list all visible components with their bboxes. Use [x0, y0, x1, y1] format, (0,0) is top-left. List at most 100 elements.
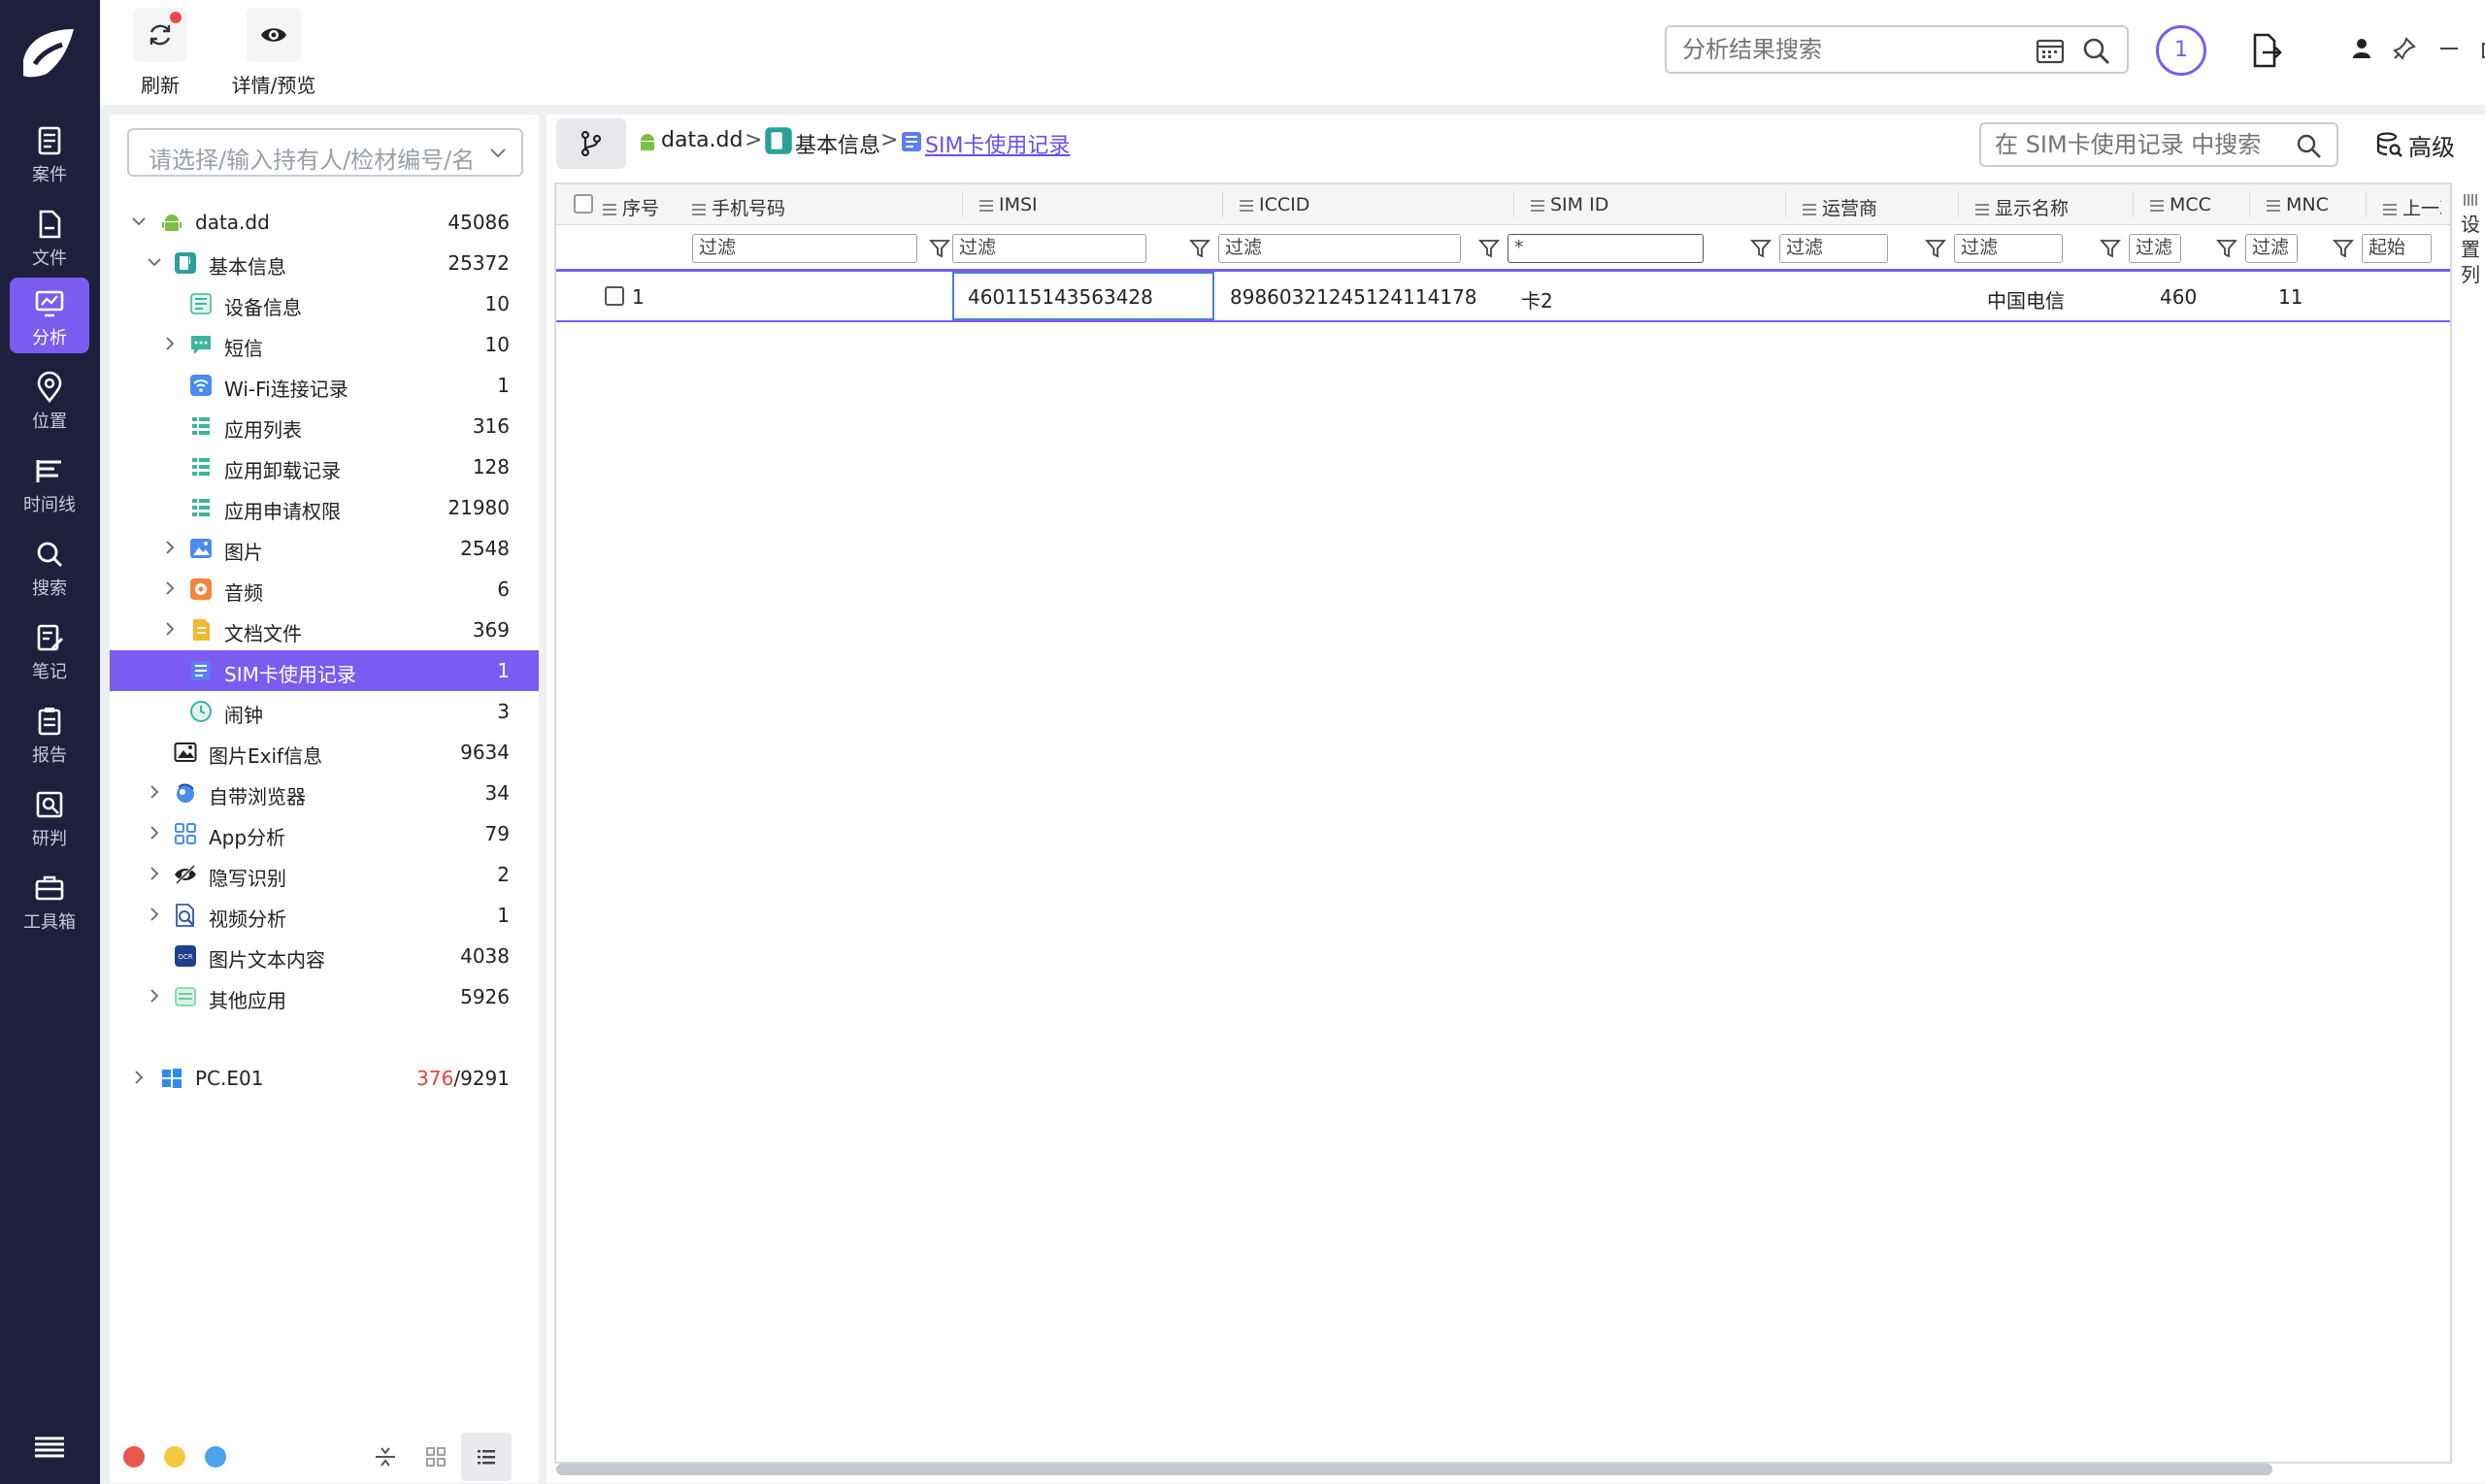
filter-icon[interactable]: [2333, 238, 2354, 259]
tree-node-audio[interactable]: 音频 6: [110, 569, 539, 610]
chevron-right-icon[interactable]: [162, 580, 178, 596]
chevron-right-icon[interactable]: [162, 336, 178, 351]
tree-node-exif[interactable]: 图片Exif信息 9634: [110, 732, 539, 773]
collapse-all-button[interactable]: [360, 1433, 411, 1481]
tree-node-app-uninstall[interactable]: 应用卸载记录 128: [110, 446, 539, 487]
cell-mcc[interactable]: 460: [2160, 285, 2197, 309]
filter-icon[interactable]: [1189, 238, 1210, 259]
cell-display-name[interactable]: 中国电信: [1987, 285, 2065, 313]
tree-node-images[interactable]: 图片 2548: [110, 528, 539, 569]
pin-icon[interactable]: [2391, 35, 2418, 62]
chevron-right-icon[interactable]: [147, 866, 162, 881]
column-resizer[interactable]: [2366, 192, 2367, 217]
filter-icon[interactable]: [1925, 238, 1946, 259]
status-dot-red[interactable]: [123, 1446, 145, 1468]
cell-iccid[interactable]: 89860321245124114178: [1230, 285, 1477, 309]
table-row[interactable]: 1 460115143563428 89860321245124114178 卡…: [556, 272, 2450, 322]
grid-view-button[interactable]: [411, 1433, 461, 1481]
column-header-last[interactable]: 上一次: [2383, 194, 2441, 220]
column-header-iccid[interactable]: ICCID: [1240, 194, 1309, 215]
filter-iccid[interactable]: 过滤: [1218, 234, 1461, 263]
table-search-input[interactable]: [1981, 124, 2272, 165]
nav-item-analysis[interactable]: 分析: [10, 278, 89, 353]
nav-item-location[interactable]: 位置: [10, 361, 89, 437]
tree-node-alarm[interactable]: 闹钟 3: [110, 691, 539, 732]
tree-node-app-list[interactable]: 应用列表 316: [110, 406, 539, 446]
chevron-down-icon[interactable]: [147, 254, 162, 270]
filter-imsi[interactable]: 过滤: [952, 234, 1146, 263]
tree-node-app-permission[interactable]: 应用申请权限 21980: [110, 487, 539, 528]
tree-node-ocr-text[interactable]: OCR 图片文本内容 4038: [110, 936, 539, 976]
tree-node-data-dd[interactable]: data.dd 45086: [110, 202, 539, 243]
status-dot-yellow[interactable]: [164, 1446, 185, 1468]
column-resizer[interactable]: [1222, 192, 1223, 217]
tree-node-device-info[interactable]: 设备信息 10: [110, 283, 539, 324]
column-header-carrier[interactable]: 运营商: [1803, 194, 1877, 220]
filter-icon[interactable]: [929, 238, 950, 259]
tree-node-sms[interactable]: 短信 10: [110, 324, 539, 365]
filter-mcc[interactable]: 过滤: [2129, 234, 2181, 263]
chevron-right-icon[interactable]: [162, 621, 178, 637]
column-header-sim-id[interactable]: SIM ID: [1531, 194, 1608, 215]
tree-node-browser[interactable]: 自带浏览器 34: [110, 773, 539, 813]
tree-node-documents[interactable]: 文档文件 369: [110, 610, 539, 650]
filter-icon[interactable]: [1478, 238, 1500, 259]
tree-node-basic-info[interactable]: i 基本信息 25372: [110, 243, 539, 283]
tree-node-wifi[interactable]: Wi-Fi连接记录 1: [110, 365, 539, 406]
chevron-right-icon[interactable]: [147, 825, 162, 841]
column-resizer[interactable]: [1958, 192, 1959, 217]
filter-display-name[interactable]: 过滤: [1954, 234, 2063, 263]
nav-item-report[interactable]: 报告: [10, 695, 89, 771]
restore-icon[interactable]: [2478, 35, 2485, 62]
column-resizer[interactable]: [2249, 192, 2250, 217]
column-resizer[interactable]: [1513, 192, 1514, 217]
filter-phone[interactable]: 过滤: [692, 234, 917, 263]
holder-select[interactable]: 请选择/输入持有人/检材编号/名: [127, 128, 523, 177]
filter-carrier[interactable]: 过滤: [1779, 234, 1888, 263]
chevron-right-icon[interactable]: [131, 1070, 147, 1085]
user-icon[interactable]: [2348, 35, 2375, 62]
cell-sim-id[interactable]: 卡2: [1521, 285, 1553, 313]
tree-node-pc-e01[interactable]: PC.E01 376/9291: [110, 1058, 539, 1099]
column-header-display-name[interactable]: 显示名称: [1975, 194, 2069, 220]
chevron-down-icon[interactable]: [131, 214, 147, 229]
preview-button[interactable]: 详情/预览: [201, 8, 347, 98]
column-header-index[interactable]: 序号: [603, 194, 659, 220]
tree-node-steganography[interactable]: 隐写识别 2: [110, 854, 539, 895]
tree-node-sim-usage[interactable]: SIM卡使用记录 1: [110, 650, 539, 691]
filter-last[interactable]: 起始: [2362, 234, 2432, 263]
column-resizer[interactable]: [962, 192, 963, 217]
chevron-right-icon[interactable]: [162, 540, 178, 555]
refresh-button[interactable]: 刷新: [119, 8, 201, 98]
nav-item-search[interactable]: 搜索: [10, 528, 89, 604]
export-icon[interactable]: [2247, 31, 2286, 70]
list-view-button[interactable]: [461, 1433, 512, 1481]
column-header-imsi[interactable]: IMSI: [979, 194, 1038, 215]
horizontal-scrollbar[interactable]: [556, 1464, 2272, 1475]
nav-item-case[interactable]: 案件: [10, 115, 89, 190]
filter-mnc[interactable]: 过滤: [2245, 234, 2298, 263]
filter-sim-id[interactable]: *: [1508, 234, 1704, 263]
nav-item-file[interactable]: 文件: [10, 198, 89, 274]
search-icon[interactable]: [2082, 37, 2111, 66]
chevron-right-icon[interactable]: [147, 784, 162, 800]
tree-node-other-apps[interactable]: 其他应用 5926: [110, 976, 539, 1017]
select-all-checkbox[interactable]: [574, 194, 593, 214]
filter-icon[interactable]: [2216, 238, 2237, 259]
row-checkbox[interactable]: [605, 286, 624, 306]
cell-imsi[interactable]: 460115143563428: [952, 272, 1214, 320]
column-settings-tab[interactable]: 设 置 列: [2457, 186, 2484, 1464]
tree-node-app-analysis[interactable]: App分析 79: [110, 813, 539, 854]
column-resizer[interactable]: [2133, 192, 2134, 217]
filter-icon[interactable]: [2100, 238, 2121, 259]
status-dot-blue[interactable]: [205, 1446, 226, 1468]
nav-item-timeline[interactable]: 时间线: [10, 445, 89, 520]
task-count-badge[interactable]: 1: [2156, 25, 2206, 76]
branch-toggle-button[interactable]: [556, 118, 626, 169]
calendar-icon[interactable]: [2036, 37, 2065, 64]
cell-mnc[interactable]: 11: [2278, 285, 2303, 309]
column-header-phone[interactable]: 手机号码: [692, 194, 785, 220]
column-header-mnc[interactable]: MNC: [2267, 194, 2329, 215]
column-header-mcc[interactable]: MCC: [2150, 194, 2211, 215]
nav-item-toolbox[interactable]: 工具箱: [10, 862, 89, 938]
